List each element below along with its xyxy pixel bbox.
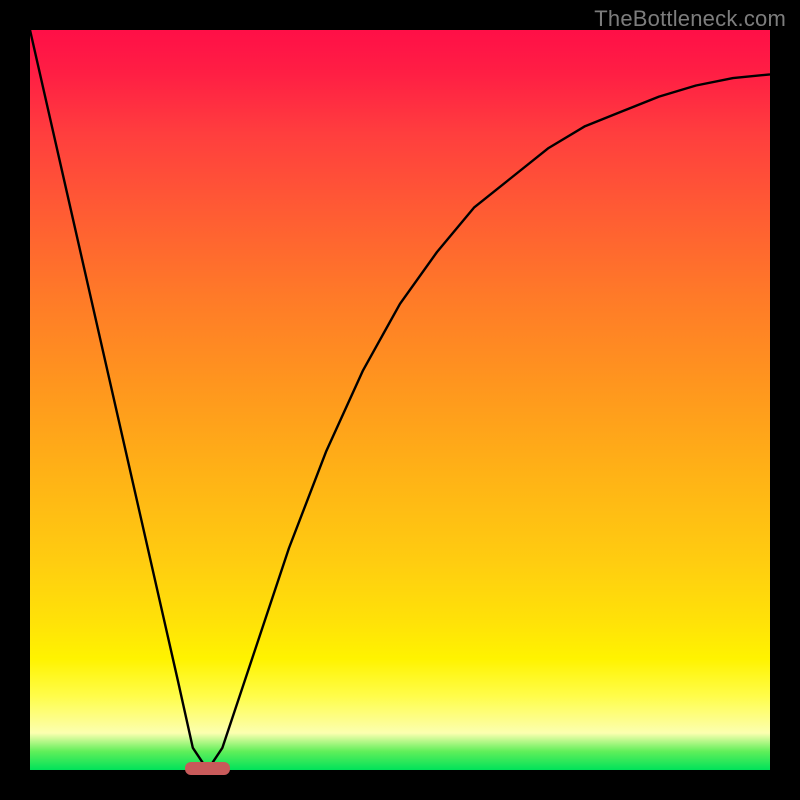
chart-frame: TheBottleneck.com	[0, 0, 800, 800]
watermark-text: TheBottleneck.com	[594, 6, 786, 32]
bottleneck-curve	[30, 30, 770, 770]
plot-area	[30, 30, 770, 770]
optimal-marker	[185, 762, 229, 775]
